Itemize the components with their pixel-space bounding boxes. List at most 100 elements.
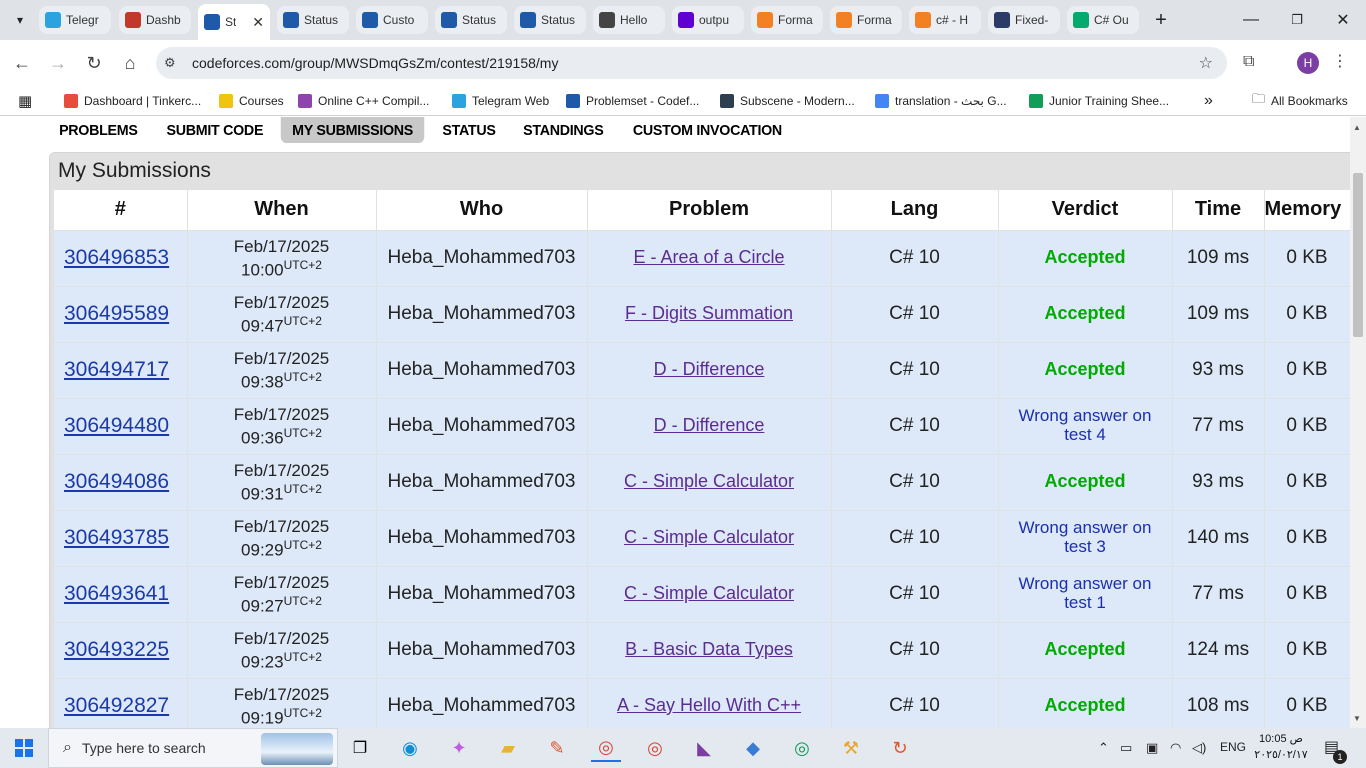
m365-icon[interactable]: ◆ bbox=[738, 734, 768, 762]
tab-3[interactable]: St ✕ bbox=[198, 4, 270, 40]
column-header-1[interactable]: When bbox=[187, 190, 377, 231]
tray-chevron-icon[interactable]: ⌃ bbox=[1098, 740, 1109, 756]
contest-menu-custom-invocation[interactable]: CUSTOM INVOCATION bbox=[622, 117, 794, 143]
sync-icon[interactable]: ↻ bbox=[885, 734, 915, 762]
tab-7[interactable]: Status bbox=[514, 6, 586, 34]
tab-10[interactable]: Forma bbox=[751, 6, 823, 34]
all-bookmarks-button[interactable]: 🗀 All Bookmarks bbox=[1252, 91, 1348, 110]
tab-12[interactable]: c# - H bbox=[909, 6, 981, 34]
bookmark-item[interactable]: Problemset - Codef... bbox=[566, 92, 699, 110]
chrome-profile-icon[interactable]: ◎ bbox=[640, 734, 670, 762]
close-window-button[interactable]: ✕ bbox=[1320, 0, 1366, 40]
address-bar[interactable]: ⚙ codeforces.com/group/MWSDmqGsZm/contes… bbox=[156, 47, 1227, 79]
copilot-icon[interactable]: ✦ bbox=[444, 734, 474, 762]
url-text[interactable]: codeforces.com/group/MWSDmqGsZm/contest/… bbox=[192, 55, 558, 71]
submission-id-link[interactable]: 306493785 bbox=[64, 526, 169, 549]
problem-link[interactable]: A - Say Hello With C++ bbox=[617, 695, 801, 715]
extensions-icon[interactable]: ⧉ bbox=[1243, 53, 1254, 71]
author-name[interactable]: Heba_Mohammed703 bbox=[387, 695, 575, 716]
bookmark-item[interactable]: Dashboard | Tinkerc... bbox=[64, 92, 201, 110]
bookmark-star-icon[interactable]: ☆ bbox=[1199, 53, 1213, 73]
column-header-4[interactable]: Lang bbox=[831, 190, 999, 231]
submission-id-link[interactable]: 306495589 bbox=[64, 302, 169, 325]
profile-avatar[interactable]: H bbox=[1297, 52, 1319, 74]
page-scrollbar[interactable]: ▲ ▼ bbox=[1350, 117, 1366, 728]
column-header-7[interactable]: Memory bbox=[1264, 190, 1350, 231]
clock[interactable]: 10:05 ص ٢٠٢٥/٠٢/١٧ bbox=[1252, 731, 1310, 763]
bookmark-item[interactable]: translation - بحث G... bbox=[875, 92, 1007, 110]
contest-menu-problems[interactable]: PROBLEMS bbox=[48, 117, 149, 143]
author-name[interactable]: Heba_Mohammed703 bbox=[387, 359, 575, 380]
site-info-icon[interactable]: ⚙ bbox=[164, 55, 184, 71]
new-tab-button[interactable]: + bbox=[1146, 0, 1176, 40]
author-name[interactable]: Heba_Mohammed703 bbox=[387, 247, 575, 268]
tab-6[interactable]: Status bbox=[435, 6, 507, 34]
tab-9[interactable]: outpu bbox=[672, 6, 744, 34]
bookmark-item[interactable]: Telegram Web bbox=[452, 92, 549, 110]
tab-2[interactable]: Dashb bbox=[119, 6, 191, 34]
contest-menu-submit-code[interactable]: SUBMIT CODE bbox=[155, 117, 274, 143]
author-name[interactable]: Heba_Mohammed703 bbox=[387, 415, 575, 436]
start-button[interactable] bbox=[0, 728, 48, 768]
problem-link[interactable]: C - Simple Calculator bbox=[624, 471, 794, 491]
chrome-alt-icon[interactable]: ◎ bbox=[787, 734, 817, 762]
bookmark-item[interactable]: Subscene - Modern... bbox=[720, 92, 855, 110]
column-header-6[interactable]: Time bbox=[1172, 190, 1265, 231]
submission-id-link[interactable]: 306493641 bbox=[64, 582, 169, 605]
problem-link[interactable]: D - Difference bbox=[654, 359, 765, 379]
verdict-text[interactable]: Wrong answer on test 3 bbox=[1005, 518, 1165, 556]
bookmark-item[interactable]: Online C++ Compil... bbox=[298, 92, 429, 110]
problem-link[interactable]: D - Difference bbox=[654, 415, 765, 435]
bookmark-item[interactable]: Courses bbox=[219, 92, 284, 110]
submission-id-link[interactable]: 306494480 bbox=[64, 414, 169, 437]
tab-14[interactable]: C# Ou bbox=[1067, 6, 1139, 34]
problem-link[interactable]: C - Simple Calculator bbox=[624, 527, 794, 547]
column-header-3[interactable]: Problem bbox=[587, 190, 832, 231]
tools-icon[interactable]: ⚒ bbox=[836, 734, 866, 762]
file-explorer-icon[interactable]: ▰ bbox=[493, 734, 523, 762]
problem-link[interactable]: C - Simple Calculator bbox=[624, 583, 794, 603]
column-header-5[interactable]: Verdict bbox=[998, 190, 1173, 231]
tab-5[interactable]: Custo bbox=[356, 6, 428, 34]
visual-studio-icon[interactable]: ◣ bbox=[689, 734, 719, 762]
submission-id-link[interactable]: 306494717 bbox=[64, 358, 169, 381]
verdict-text[interactable]: Wrong answer on test 1 bbox=[1005, 574, 1165, 612]
task-view-icon[interactable]: ❐ bbox=[345, 734, 375, 762]
chrome-icon[interactable]: ◎ bbox=[591, 734, 621, 762]
scroll-down-arrow[interactable]: ▼ bbox=[1353, 714, 1361, 723]
verdict-text[interactable]: Wrong answer on test 4 bbox=[1005, 406, 1165, 444]
browser-menu-icon[interactable]: ⋮ bbox=[1332, 51, 1348, 71]
restore-button[interactable]: ❐ bbox=[1274, 0, 1320, 40]
author-name[interactable]: Heba_Mohammed703 bbox=[387, 303, 575, 324]
scroll-up-arrow[interactable]: ▲ bbox=[1353, 123, 1361, 132]
submission-id-link[interactable]: 306494086 bbox=[64, 470, 169, 493]
author-name[interactable]: Heba_Mohammed703 bbox=[387, 639, 575, 660]
scrollbar-thumb[interactable] bbox=[1353, 173, 1363, 337]
problem-link[interactable]: B - Basic Data Types bbox=[625, 639, 793, 659]
tab-1[interactable]: Telegr bbox=[39, 6, 111, 34]
author-name[interactable]: Heba_Mohammed703 bbox=[387, 527, 575, 548]
contest-menu-standings[interactable]: STANDINGS bbox=[511, 117, 614, 143]
author-name[interactable]: Heba_Mohammed703 bbox=[387, 583, 575, 604]
tab-8[interactable]: Hello bbox=[593, 6, 665, 34]
edge-icon[interactable]: ◉ bbox=[395, 734, 425, 762]
app-icon[interactable]: ✎ bbox=[542, 734, 572, 762]
tab-close-icon[interactable]: ✕ bbox=[252, 14, 264, 31]
reload-button[interactable]: ↻ bbox=[80, 49, 108, 77]
problem-link[interactable]: E - Area of a Circle bbox=[633, 247, 784, 267]
minimize-button[interactable]: — bbox=[1228, 0, 1274, 40]
wifi-icon[interactable]: ◠ bbox=[1170, 740, 1181, 756]
home-button[interactable]: ⌂ bbox=[116, 49, 144, 77]
author-name[interactable]: Heba_Mohammed703 bbox=[387, 471, 575, 492]
language-indicator[interactable]: ENG bbox=[1220, 740, 1246, 754]
problem-link[interactable]: F - Digits Summation bbox=[625, 303, 793, 323]
submission-id-link[interactable]: 306493225 bbox=[64, 638, 169, 661]
submission-id-link[interactable]: 306496853 bbox=[64, 246, 169, 269]
tab-13[interactable]: Fixed- bbox=[988, 6, 1060, 34]
contest-menu-status[interactable]: STATUS bbox=[431, 117, 507, 143]
tab-search-button[interactable]: ▾ bbox=[0, 0, 40, 40]
taskbar-search[interactable]: ⌕ Type here to search bbox=[48, 728, 338, 768]
bookmarks-more-button[interactable]: » bbox=[1204, 92, 1213, 110]
column-header-2[interactable]: Who bbox=[376, 190, 588, 231]
contest-menu-my-submissions[interactable]: MY SUBMISSIONS bbox=[281, 117, 425, 143]
